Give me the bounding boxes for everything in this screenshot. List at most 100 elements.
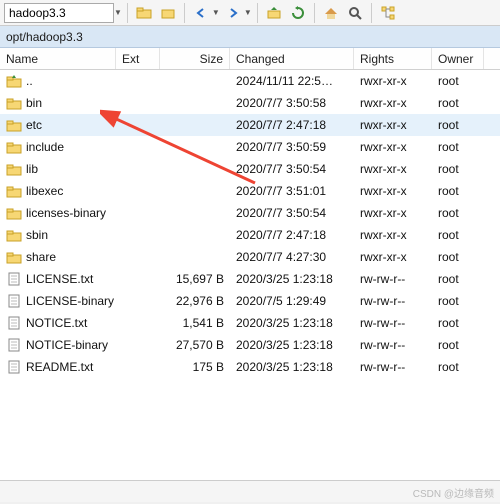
folder-open-icon[interactable] — [133, 2, 155, 24]
file-rights: rw-rw-r-- — [354, 338, 432, 352]
file-size: 27,570 B — [160, 338, 230, 352]
folder-icon — [6, 183, 22, 199]
separator — [184, 3, 185, 23]
file-size: 15,697 B — [160, 272, 230, 286]
folder-up-icon[interactable] — [263, 2, 285, 24]
file-owner: root — [432, 184, 484, 198]
home-icon[interactable] — [320, 2, 342, 24]
breadcrumb-input[interactable] — [4, 3, 114, 23]
file-name: etc — [26, 118, 154, 132]
file-rights: rw-rw-r-- — [354, 316, 432, 330]
file-rights: rwxr-xr-x — [354, 228, 432, 242]
file-name: lib — [26, 162, 154, 176]
file-name: sbin — [26, 228, 154, 242]
file-icon — [6, 359, 22, 375]
folder-icon[interactable] — [157, 2, 179, 24]
file-rights: rwxr-xr-x — [354, 118, 432, 132]
file-changed: 2020/7/7 2:47:18 — [230, 118, 354, 132]
folder-icon — [6, 139, 22, 155]
file-changed: 2020/3/25 1:23:18 — [230, 338, 354, 352]
separator — [314, 3, 315, 23]
column-header-owner[interactable]: Owner — [432, 48, 484, 69]
tree-icon[interactable] — [377, 2, 399, 24]
table-row[interactable]: bin2020/7/7 3:50:58rwxr-xr-xroot — [0, 92, 500, 114]
column-header-rights[interactable]: Rights — [354, 48, 432, 69]
file-name: libexec — [26, 184, 154, 198]
file-changed: 2020/7/7 2:47:18 — [230, 228, 354, 242]
file-rights: rwxr-xr-x — [354, 140, 432, 154]
file-changed: 2020/3/25 1:23:18 — [230, 360, 354, 374]
file-changed: 2020/7/7 3:50:59 — [230, 140, 354, 154]
separator — [371, 3, 372, 23]
refresh-icon[interactable] — [287, 2, 309, 24]
file-name: share — [26, 250, 154, 264]
chevron-down-icon[interactable]: ▼ — [212, 8, 220, 17]
file-changed: 2020/3/25 1:23:18 — [230, 272, 354, 286]
separator — [257, 3, 258, 23]
table-row[interactable]: LICENSE.txt 15,697 B2020/3/25 1:23:18rw-r… — [0, 268, 500, 290]
file-rights: rwxr-xr-x — [354, 96, 432, 110]
chevron-down-icon[interactable]: ▼ — [244, 8, 252, 17]
table-row[interactable]: LICENSE-binary22,976 B2020/7/5 1:29:49rw… — [0, 290, 500, 312]
file-changed: 2020/3/25 1:23:18 — [230, 316, 354, 330]
file-changed: 2020/7/7 4:27:30 — [230, 250, 354, 264]
file-owner: root — [432, 360, 484, 374]
file-icon — [6, 315, 22, 331]
file-owner: root — [432, 272, 484, 286]
table-row[interactable]: NOTICE.txt 1,541 B2020/3/25 1:23:18rw-rw-… — [0, 312, 500, 334]
file-rights: rwxr-xr-x — [354, 74, 432, 88]
folder-icon — [6, 205, 22, 221]
table-row[interactable]: README.txt175 B2020/3/25 1:23:18rw-rw-r-… — [0, 356, 500, 378]
file-changed: 2020/7/7 3:50:58 — [230, 96, 354, 110]
watermark: CSDN @边缘音频 — [413, 485, 494, 500]
table-row[interactable]: libexec2020/7/7 3:51:01rwxr-xr-xroot — [0, 180, 500, 202]
table-row[interactable]: share2020/7/7 4:27:30rwxr-xr-xroot — [0, 246, 500, 268]
arrow-left-icon[interactable] — [190, 2, 212, 24]
arrow-right-icon[interactable] — [222, 2, 244, 24]
folder-icon — [6, 161, 22, 177]
chevron-down-icon[interactable]: ▼ — [114, 8, 122, 17]
folder-icon — [6, 117, 22, 133]
table-row[interactable]: lib2020/7/7 3:50:54rwxr-xr-xroot — [0, 158, 500, 180]
file-changed: 2024/11/11 22:5… — [230, 74, 354, 88]
file-owner: root — [432, 228, 484, 242]
file-owner: root — [432, 338, 484, 352]
file-name: NOTICE-binary — [26, 338, 154, 352]
file-owner: root — [432, 118, 484, 132]
file-changed: 2020/7/5 1:29:49 — [230, 294, 354, 308]
file-size: 1,541 B — [160, 316, 230, 330]
file-icon — [6, 271, 22, 287]
column-header-row: Name Ext Size Changed Rights Owner — [0, 48, 500, 70]
table-row[interactable]: sbin 2020/7/7 2:47:18rwxr-xr-xroot — [0, 224, 500, 246]
file-name: include — [26, 140, 154, 154]
file-name: licenses-binary — [26, 206, 154, 220]
path-text: opt/hadoop3.3 — [6, 30, 83, 44]
folder-icon — [6, 227, 22, 243]
file-owner: root — [432, 250, 484, 264]
file-rights: rw-rw-r-- — [354, 294, 432, 308]
file-owner: root — [432, 206, 484, 220]
column-header-ext[interactable]: Ext — [116, 48, 160, 69]
table-row[interactable]: etc 2020/7/7 2:47:18rwxr-xr-xroot — [0, 114, 500, 136]
file-owner: root — [432, 96, 484, 110]
folder-icon — [6, 95, 22, 111]
file-name: NOTICE.txt — [26, 316, 154, 330]
file-name: .. — [26, 74, 154, 88]
file-changed: 2020/7/7 3:50:54 — [230, 162, 354, 176]
table-row[interactable]: licenses-binary2020/7/7 3:50:54rwxr-xr-x… — [0, 202, 500, 224]
file-rights: rwxr-xr-x — [354, 184, 432, 198]
column-header-size[interactable]: Size — [160, 48, 230, 69]
file-owner: root — [432, 316, 484, 330]
table-row[interactable]: include2020/7/7 3:50:59rwxr-xr-xroot — [0, 136, 500, 158]
column-header-changed[interactable]: Changed — [230, 48, 354, 69]
path-bar[interactable]: opt/hadoop3.3 — [0, 26, 500, 48]
find-icon[interactable] — [344, 2, 366, 24]
file-rights: rw-rw-r-- — [354, 272, 432, 286]
file-rights: rwxr-xr-x — [354, 206, 432, 220]
separator — [127, 3, 128, 23]
file-rights: rw-rw-r-- — [354, 360, 432, 374]
table-row[interactable]: ..2024/11/11 22:5…rwxr-xr-xroot — [0, 70, 500, 92]
table-row[interactable]: NOTICE-binary 27,570 B2020/3/25 1:23:18rw… — [0, 334, 500, 356]
file-name: LICENSE.txt — [26, 272, 154, 286]
column-header-name[interactable]: Name — [0, 48, 116, 69]
